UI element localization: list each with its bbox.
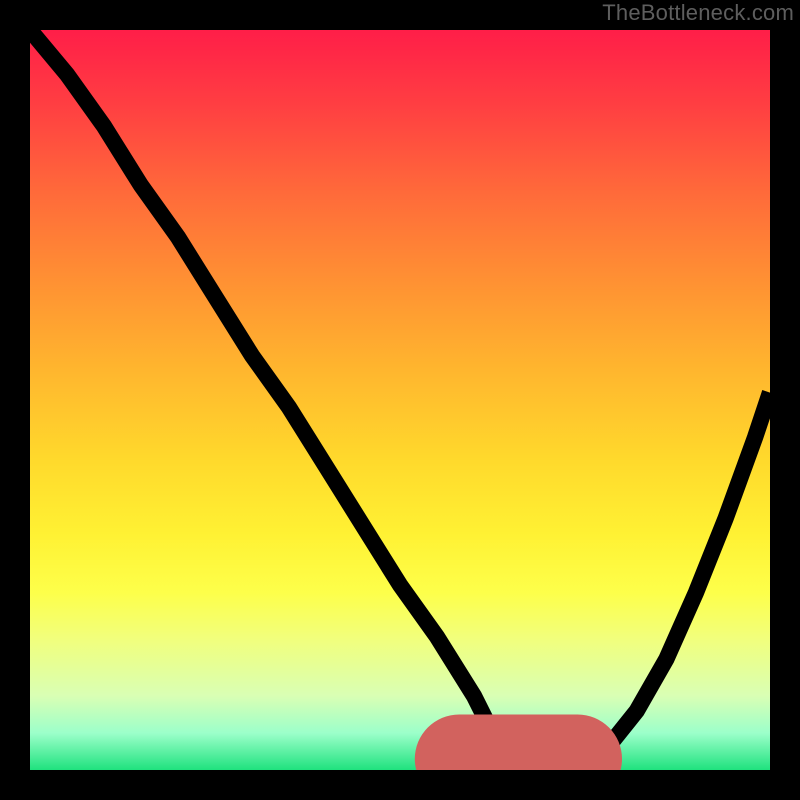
chart-svg <box>30 30 770 770</box>
watermark-label: TheBottleneck.com <box>602 0 794 26</box>
chart-frame: TheBottleneck.com <box>0 0 800 800</box>
optimal-range-end-dot <box>572 744 591 763</box>
plot-area <box>30 30 770 770</box>
bottleneck-curve <box>30 30 770 770</box>
